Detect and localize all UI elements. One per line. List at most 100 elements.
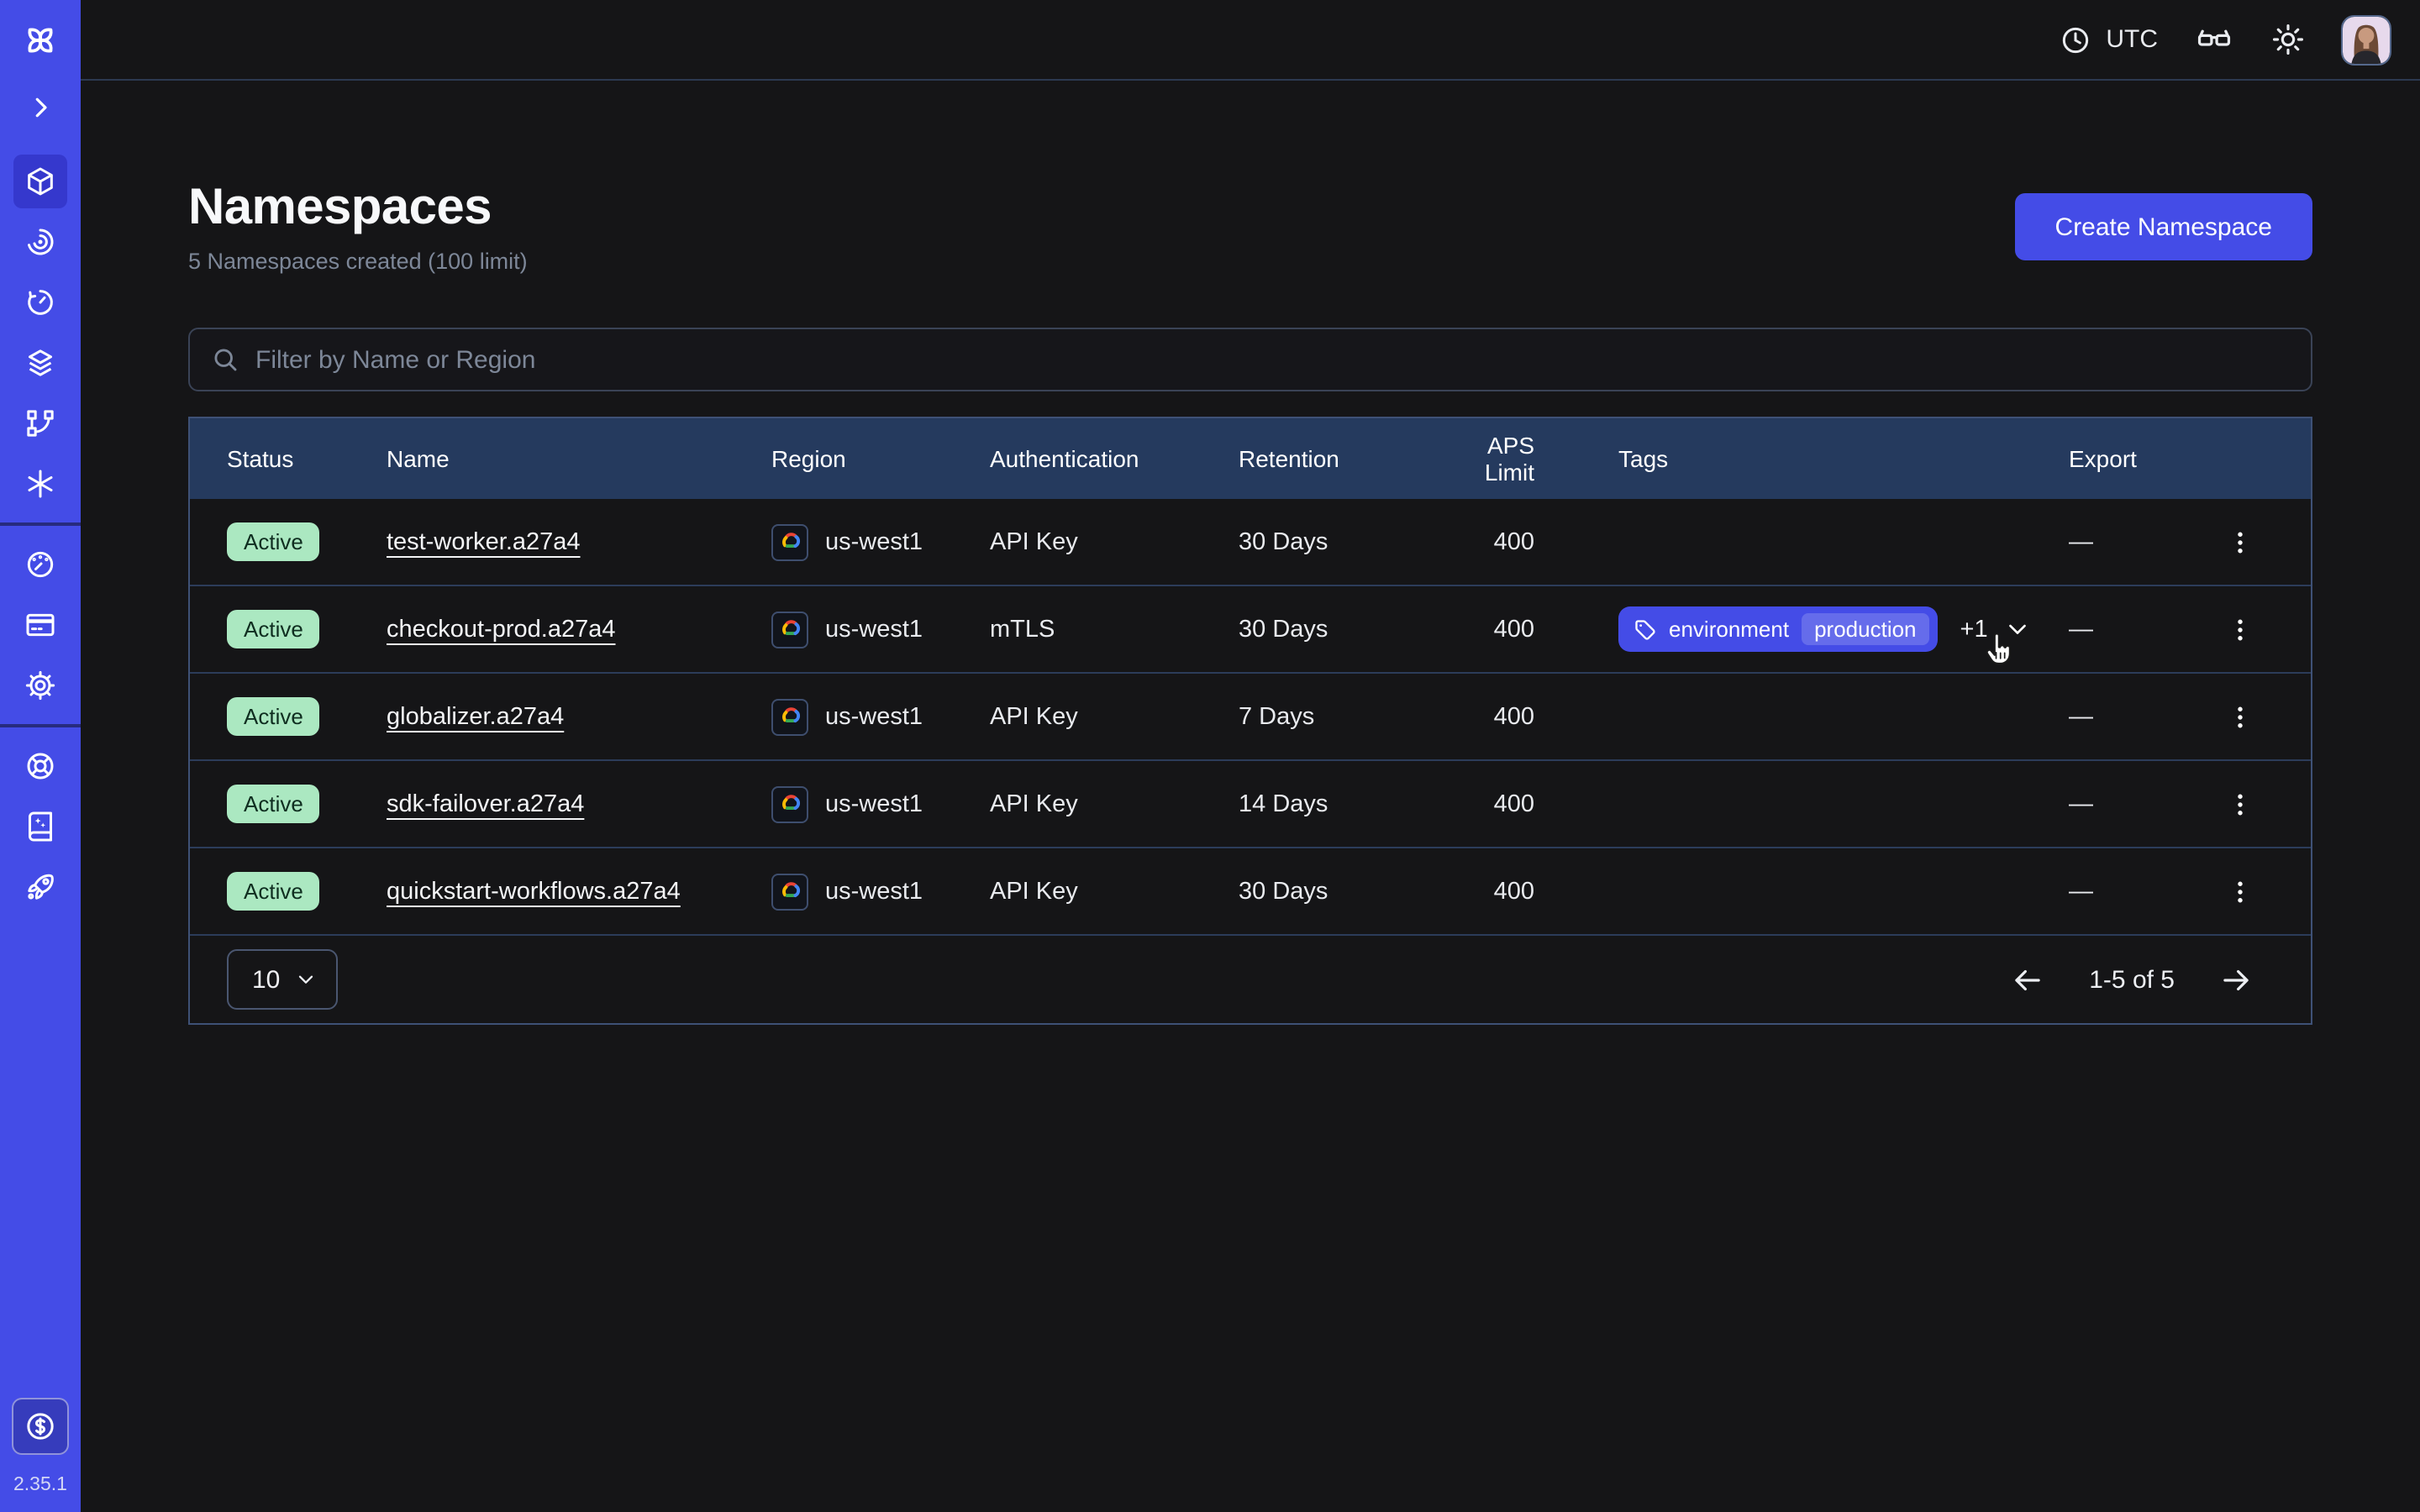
arrow-left-icon bbox=[2010, 962, 2045, 997]
dollar-badge-icon bbox=[24, 1410, 57, 1443]
table-header-row: Status Name Region Authentication Retent… bbox=[190, 418, 2311, 499]
credits-button[interactable] bbox=[12, 1398, 69, 1455]
arrow-right-icon bbox=[2218, 962, 2254, 997]
retention-cell: 30 Days bbox=[1239, 616, 1432, 643]
sidebar-item-settings[interactable] bbox=[0, 655, 81, 716]
kebab-icon bbox=[2225, 789, 2255, 819]
sidebar-item-layers[interactable] bbox=[0, 333, 81, 393]
row-menu-button[interactable] bbox=[2217, 868, 2264, 915]
gear-icon bbox=[24, 669, 57, 702]
export-cell: — bbox=[2062, 616, 2207, 643]
google-cloud-icon bbox=[771, 785, 808, 822]
kebab-icon bbox=[2225, 876, 2255, 906]
labs-toggle-button[interactable] bbox=[2195, 20, 2233, 59]
status-badge: Active bbox=[227, 872, 320, 911]
row-menu-button[interactable] bbox=[2217, 780, 2264, 827]
status-badge: Active bbox=[227, 785, 320, 823]
previous-page-button[interactable] bbox=[2010, 962, 2045, 997]
asterisk-icon bbox=[24, 467, 57, 501]
namespace-link[interactable]: globalizer.a27a4 bbox=[387, 703, 564, 730]
sidebar-item-support[interactable] bbox=[0, 736, 81, 796]
row-menu-button[interactable] bbox=[2217, 693, 2264, 740]
column-header-retention: Retention bbox=[1239, 445, 1432, 472]
status-badge: Active bbox=[227, 522, 320, 561]
export-cell: — bbox=[2062, 528, 2207, 555]
google-cloud-icon bbox=[771, 611, 808, 648]
sun-icon bbox=[2270, 22, 2306, 57]
export-cell: — bbox=[2062, 878, 2207, 905]
sidebar-divider bbox=[0, 522, 81, 526]
sidebar-expand-button[interactable] bbox=[0, 81, 81, 134]
aps-limit-cell: 400 bbox=[1432, 528, 1558, 555]
tags-expand-button[interactable] bbox=[2003, 615, 2032, 643]
avatar-photo bbox=[2343, 16, 2390, 63]
kebab-icon bbox=[2225, 527, 2255, 557]
region-label: us-west1 bbox=[825, 616, 923, 643]
sidebar-item-branch[interactable] bbox=[0, 393, 81, 454]
theme-toggle-button[interactable] bbox=[2270, 22, 2306, 57]
topbar: UTC bbox=[81, 0, 2420, 81]
pagination-range: 1-5 of 5 bbox=[2089, 965, 2175, 994]
table-row: Active test-worker.a27a4 us-west1 API Ke… bbox=[190, 499, 2311, 586]
rocket-icon bbox=[24, 870, 57, 904]
sidebar-item-billing[interactable] bbox=[0, 595, 81, 655]
tag-key: environment bbox=[1669, 617, 1789, 642]
aps-limit-cell: 400 bbox=[1432, 616, 1558, 643]
auth-cell: API Key bbox=[990, 528, 1239, 555]
sidebar-item-radar[interactable] bbox=[0, 212, 81, 272]
google-cloud-icon bbox=[771, 523, 808, 560]
namespace-link[interactable]: quickstart-workflows.a27a4 bbox=[387, 878, 681, 905]
tags-more-count: +1 bbox=[1960, 616, 1988, 643]
auth-cell: mTLS bbox=[990, 616, 1239, 643]
timezone-selector[interactable]: UTC bbox=[2059, 23, 2158, 56]
row-menu-button[interactable] bbox=[2217, 606, 2264, 653]
glasses-icon bbox=[2195, 20, 2233, 59]
retention-cell: 30 Days bbox=[1239, 528, 1432, 555]
sidebar-item-getting-started[interactable] bbox=[0, 857, 81, 917]
sidebar-item-timer[interactable] bbox=[0, 272, 81, 333]
export-cell: — bbox=[2062, 790, 2207, 817]
sidebar-item-namespaces[interactable] bbox=[0, 151, 81, 212]
sidebar-item-docs[interactable] bbox=[0, 796, 81, 857]
credit-card-icon bbox=[24, 608, 57, 642]
table-row: Active sdk-failover.a27a4 us-west1 API K… bbox=[190, 761, 2311, 848]
namespace-link[interactable]: test-worker.a27a4 bbox=[387, 528, 581, 555]
row-menu-button[interactable] bbox=[2217, 518, 2264, 565]
lifebuoy-icon bbox=[24, 749, 57, 783]
clock-icon bbox=[2059, 23, 2092, 56]
gauge-icon bbox=[24, 548, 57, 581]
status-badge: Active bbox=[227, 610, 320, 648]
region-label: us-west1 bbox=[825, 528, 923, 555]
page-size-select[interactable]: 10 bbox=[227, 949, 338, 1010]
namespace-link[interactable]: checkout-prod.a27a4 bbox=[387, 616, 616, 643]
chevron-down-icon bbox=[2003, 615, 2032, 643]
filter-input[interactable] bbox=[255, 345, 2291, 374]
radar-icon bbox=[24, 225, 57, 259]
tag-value: production bbox=[1801, 613, 1929, 645]
git-branch-icon bbox=[24, 407, 57, 440]
temporal-logo[interactable] bbox=[0, 0, 81, 81]
column-header-name: Name bbox=[387, 445, 771, 472]
book-sparkle-icon bbox=[24, 810, 57, 843]
user-avatar[interactable] bbox=[2343, 16, 2390, 63]
google-cloud-icon bbox=[771, 698, 808, 735]
column-header-aps-limit: APS Limit bbox=[1432, 432, 1558, 486]
create-namespace-button[interactable]: Create Namespace bbox=[2015, 193, 2312, 260]
sidebar-item-usage[interactable] bbox=[0, 534, 81, 595]
region-label: us-west1 bbox=[825, 790, 923, 817]
sidebar-item-asterisk[interactable] bbox=[0, 454, 81, 514]
tag-pill[interactable]: environment production bbox=[1618, 606, 1939, 652]
retention-cell: 30 Days bbox=[1239, 878, 1432, 905]
column-header-status: Status bbox=[227, 445, 387, 472]
next-page-button[interactable] bbox=[2218, 962, 2254, 997]
page-size-value: 10 bbox=[252, 965, 280, 994]
cube-icon bbox=[24, 165, 57, 198]
google-cloud-icon bbox=[771, 873, 808, 910]
auth-cell: API Key bbox=[990, 703, 1239, 730]
chevron-right-icon bbox=[25, 92, 55, 123]
status-badge: Active bbox=[227, 697, 320, 736]
timezone-label: UTC bbox=[2106, 25, 2158, 54]
namespace-link[interactable]: sdk-failover.a27a4 bbox=[387, 790, 584, 817]
auth-cell: API Key bbox=[990, 790, 1239, 817]
main-content: Namespaces 5 Namespaces created (100 lim… bbox=[81, 82, 2420, 1512]
